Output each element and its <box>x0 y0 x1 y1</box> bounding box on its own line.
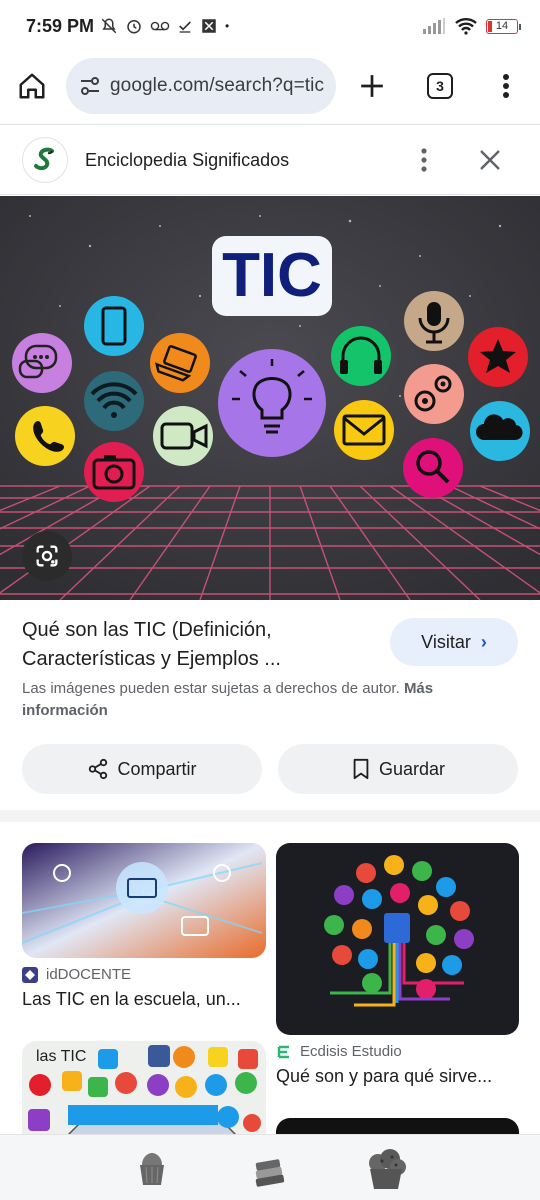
more-vert-icon <box>503 74 509 98</box>
lens-icon <box>36 545 58 567</box>
star-icon <box>468 327 528 387</box>
tic-badge-text: TIC <box>222 241 322 310</box>
related-result-card[interactable]: las TIC <box>22 1041 266 1141</box>
save-label: Guardar <box>378 758 446 779</box>
dot-icon: • <box>225 19 230 33</box>
status-notification-icons: • <box>100 17 229 35</box>
copyright-text: Las imágenes pueden estar sujetas a dere… <box>22 680 400 697</box>
site-settings-icon[interactable] <box>78 74 102 98</box>
laptop-icon <box>150 333 210 393</box>
google-lens-button[interactable] <box>22 531 72 581</box>
related-title[interactable]: Qué son y para qué sirve... <box>276 1066 519 1087</box>
related-source-name: Ecdisis Estudio <box>300 1043 402 1060</box>
video-icon <box>153 406 213 466</box>
result-image[interactable]: TIC <box>0 196 540 600</box>
close-button[interactable] <box>470 140 510 180</box>
tab-count: 3 <box>436 78 444 94</box>
ecdisis-logo-icon <box>276 1043 292 1060</box>
nav-item[interactable] <box>250 1147 290 1194</box>
related-title[interactable]: Las TIC en la escuela, un... <box>22 989 266 1010</box>
las-tic-image: las TIC <box>22 1041 266 1141</box>
status-bar: 7:59 PM • 14 <box>0 0 540 52</box>
section-separator <box>0 810 540 822</box>
mail-icon <box>334 400 394 460</box>
mute-icon <box>101 18 117 34</box>
header-divider <box>0 194 540 195</box>
related-result-card[interactable]: idDOCENTE Las TIC en la escuela, un... <box>22 843 266 1010</box>
browser-screen: 7:59 PM • 14 google.com/search?q=tic 3 E… <box>0 0 540 1200</box>
home-button[interactable] <box>12 66 52 106</box>
search-icon <box>403 438 463 498</box>
check-icon <box>179 21 191 33</box>
related-source: idDOCENTE <box>22 966 266 983</box>
wifi-status-icon <box>455 18 477 35</box>
alarm-icon <box>127 20 141 34</box>
tic-school-image <box>22 843 266 958</box>
more-vert-icon <box>421 148 427 172</box>
significados-logo-icon <box>34 147 54 171</box>
bottom-navigation <box>0 1134 540 1200</box>
wifi-icon <box>84 371 144 431</box>
result-title-line2: Características y Ejemplos ... <box>22 648 281 670</box>
tic-tree-image <box>276 843 519 1035</box>
related-source-name: idDOCENTE <box>46 966 132 983</box>
battery-level: 14 <box>495 20 509 32</box>
chevron-right-icon: › <box>480 631 487 652</box>
microphone-icon <box>404 291 464 351</box>
bookmark-icon <box>353 758 369 780</box>
cupcake-icon <box>140 1153 164 1185</box>
plus-icon <box>361 75 383 97</box>
save-button[interactable]: Guardar <box>278 744 518 794</box>
browser-menu-button[interactable] <box>486 66 526 106</box>
share-button[interactable]: Compartir <box>22 744 262 794</box>
tic-illustration: TIC <box>0 196 540 600</box>
url-text[interactable]: google.com/search?q=tic <box>110 75 324 97</box>
las-tic-badge: las TIC <box>36 1048 86 1065</box>
visit-button[interactable]: Visitar › <box>390 618 518 666</box>
toolbar-divider <box>0 124 540 125</box>
status-right: 14 <box>422 17 521 35</box>
tabs-icon: 3 <box>427 73 453 99</box>
cloud-icon <box>470 401 530 461</box>
browser-toolbar: google.com/search?q=tic 3 <box>0 56 540 116</box>
battery-icon: 14 <box>486 18 521 34</box>
new-tab-button[interactable] <box>352 66 392 106</box>
camera-icon <box>84 442 144 502</box>
muffin-icon <box>369 1149 406 1189</box>
nav-item[interactable] <box>362 1147 410 1196</box>
app-notification-icon <box>202 19 216 33</box>
gears-icon <box>404 364 464 424</box>
image-viewer-header: Enciclopedia Significados <box>0 126 540 194</box>
site-more-button[interactable] <box>404 140 444 180</box>
smartphone-icon <box>84 296 144 356</box>
lightbulb-icon <box>218 349 326 457</box>
home-icon <box>19 73 45 99</box>
chat-icon <box>12 333 72 393</box>
related-result-card[interactable]: Ecdisis Estudio Qué son y para qué sirve… <box>276 843 519 1087</box>
voicemail-icon <box>150 21 170 31</box>
result-title[interactable]: Qué son las TIC (Definición, Característ… <box>22 616 362 674</box>
nav-item[interactable] <box>130 1147 174 1194</box>
address-bar[interactable]: google.com/search?q=tic <box>66 58 336 114</box>
site-logo <box>22 137 68 183</box>
phone-icon <box>15 406 75 466</box>
related-thumbnail[interactable] <box>22 843 266 958</box>
related-thumbnail[interactable] <box>276 843 519 1035</box>
tab-switcher-button[interactable]: 3 <box>420 66 460 106</box>
ice-cream-sandwich-icon <box>255 1159 285 1187</box>
related-source: Ecdisis Estudio <box>276 1043 519 1060</box>
close-icon <box>480 150 500 170</box>
share-icon <box>89 758 108 780</box>
visit-label: Visitar <box>421 631 471 652</box>
signal-icon <box>423 18 445 34</box>
headphones-icon <box>331 326 391 386</box>
copyright-notice: Las imágenes pueden estar sujetas a dere… <box>22 678 522 722</box>
status-time: 7:59 PM <box>26 15 95 36</box>
site-name[interactable]: Enciclopedia Significados <box>85 150 289 171</box>
share-label: Compartir <box>117 758 197 779</box>
result-title-line1: Qué son las TIC (Definición, <box>22 619 272 641</box>
related-thumbnail[interactable]: las TIC <box>22 1041 266 1141</box>
iddocente-logo-icon <box>22 966 38 983</box>
